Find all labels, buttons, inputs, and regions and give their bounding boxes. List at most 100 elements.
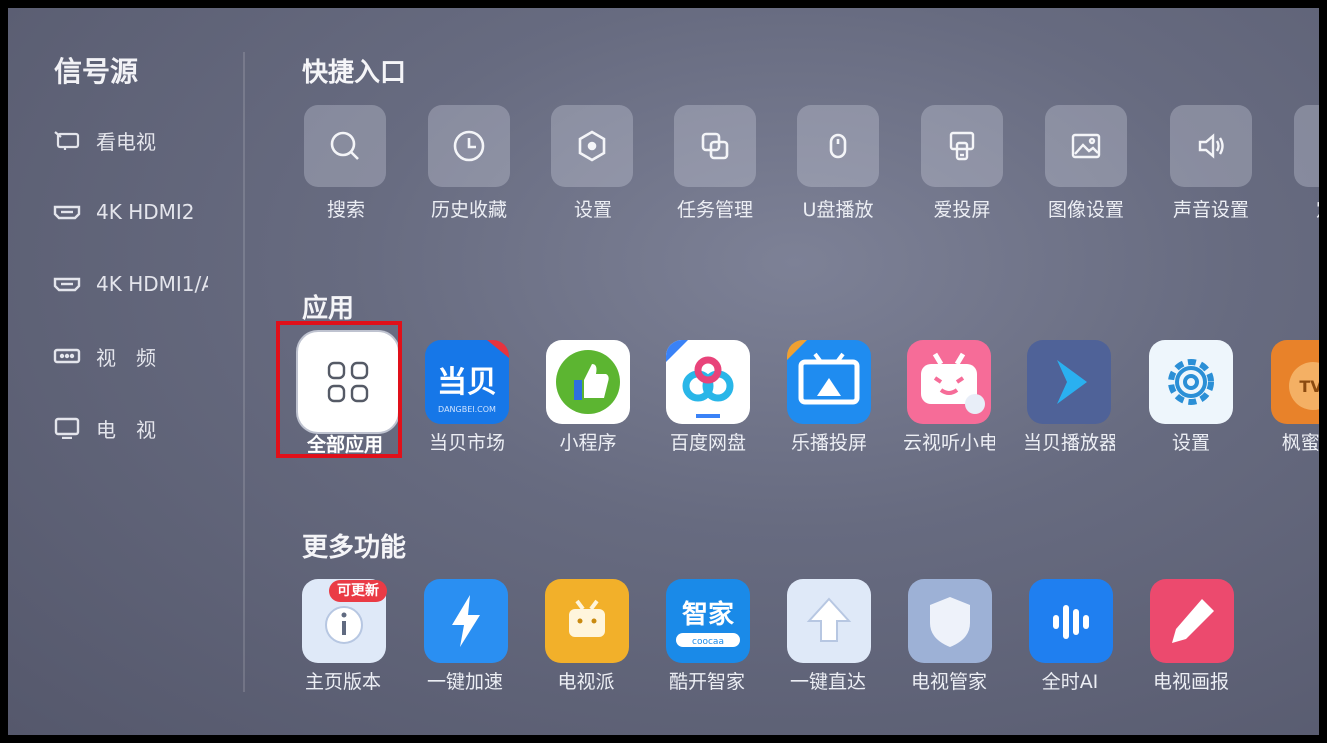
quick-search-button[interactable] [304,105,386,187]
more-label: 主页版本 [304,671,381,693]
sidebar-item-tv[interactable]: 看电视 [52,122,216,158]
quick-sound-settings-button[interactable] [1170,105,1252,187]
app-fengmi[interactable]: TV [1271,340,1319,424]
quick-usb-play-button[interactable] [797,105,879,187]
cast-phone-icon [949,131,975,161]
app-label: 枫蜜TV [1281,432,1319,454]
update-badge: 可更新 [329,580,387,602]
image-icon [1071,133,1101,159]
sidebar-item-label: 电 视 [96,417,156,442]
app-label: 当贝播放器 [1023,432,1115,454]
smart-home-icon-text: 智家 [682,599,734,630]
baidu-netdisk-icon [666,340,750,424]
bilibili-tv-icon [907,340,991,424]
app-yunshiting[interactable] [907,340,991,424]
lightning-icon [424,579,508,663]
sidebar-item-label: 视 频 [96,345,156,370]
usb-mouse-icon [829,133,847,159]
fengmi-icon: TV [1271,340,1319,424]
lebo-cast-icon [787,340,871,424]
sidebar-item-label: 4K HDMI2 [96,200,195,224]
app-label: 小程序 [559,432,617,454]
quick-sound-settings-label: 声音设置 [1172,199,1249,221]
more-all-time-ai[interactable] [1029,579,1113,663]
sidebar-divider [243,52,245,692]
hdmi-port-icon [53,277,81,292]
app-dangbei-player[interactable] [1027,340,1111,424]
more-tv-manager[interactable] [908,579,992,663]
shield-icon [908,579,992,663]
app-mini-program[interactable] [546,340,630,424]
more-one-key-direct[interactable] [787,579,871,663]
speaker-icon [1198,133,1224,159]
more-label: 一键直达 [789,671,866,693]
quick-search-label: 搜索 [326,199,365,221]
sidebar-item-label: 4K HDMI1/A [96,272,208,296]
quick-cast-button[interactable] [921,105,1003,187]
more-coocaa-smart-home[interactable]: 智家 coocaa [666,579,750,663]
pencil-icon [1150,579,1234,663]
app-label: 百度网盘 [669,432,746,454]
quick-history-label: 历史收藏 [430,199,507,221]
hdmi-port-icon [53,205,81,220]
focus-highlight [276,321,402,458]
more-functions-title: 更多功能 [302,533,407,563]
antenna-tv-icon [54,131,80,150]
apps-title: 应用 [302,294,355,324]
smart-home-icon: 智家 coocaa [666,579,750,663]
app-label: 云视听小电视 [903,432,995,454]
app-dangbei-market[interactable]: 当贝 DANGBEI.COM [425,340,509,424]
more-one-key-speedup[interactable] [424,579,508,663]
gear-icon [1149,340,1233,424]
more-label: 全时AI [1041,671,1099,693]
more-tv-pictorial[interactable] [1150,579,1234,663]
av-port-icon [53,348,81,364]
sidebar-item-video[interactable]: 视 频 [52,338,216,374]
dangbei-market-icon: 当贝 DANGBEI.COM [425,340,509,424]
voice-wave-icon [1029,579,1113,663]
quick-entry-title: 快捷入口 [302,58,407,88]
svg-text:TV: TV [1299,377,1319,396]
more-label: 酷开智家 [668,671,745,693]
quick-timer-label: 定时 [1280,195,1319,222]
quick-usb-play-label: U盘播放 [802,199,874,221]
quick-image-settings-button[interactable] [1045,105,1127,187]
more-label: 电视管家 [910,671,987,693]
sidebar-item-label: 看电视 [96,129,156,154]
more-label: 一键加速 [426,671,503,693]
task-windows-icon [701,132,729,160]
tv-home-screen: 信号源 看电视 4K HDMI2 4K HDMI1/A 视 频 电 视 快捷入口… [8,8,1319,735]
smart-home-icon-sub: coocaa [692,637,724,647]
dangbei-icon-sub: DANGBEI.COM [438,405,496,414]
play-arrow-icon [1027,340,1111,424]
quick-cast-label: 爱投屏 [933,199,991,221]
app-label: 当贝市场 [428,432,505,454]
app-settings[interactable] [1149,340,1233,424]
quick-settings-button[interactable] [551,105,633,187]
thumbs-up-icon [546,340,630,424]
search-icon [330,131,359,160]
quick-image-settings-label: 图像设置 [1047,199,1124,221]
app-baidu-netdisk[interactable] [666,340,750,424]
timer-icon [1315,126,1319,166]
sidebar-item-television[interactable]: 电 视 [52,410,216,446]
quick-history-button[interactable] [428,105,510,187]
quick-task-manager-button[interactable] [674,105,756,187]
clock-icon [453,130,485,162]
tv-face-icon [545,579,629,663]
quick-timer-button[interactable] [1294,105,1319,187]
app-label: 乐播投屏 [790,432,867,454]
more-tv-pai[interactable] [545,579,629,663]
app-label: 设置 [1171,432,1210,454]
sidebar-title: 信号源 [54,55,139,88]
hexagon-settings-icon [578,130,606,162]
quick-settings-label: 设置 [573,199,612,221]
more-label: 电视派 [557,671,615,693]
sidebar-item-hdmi1[interactable]: 4K HDMI1/A [52,266,208,302]
dangbei-icon-text: 当贝 [437,365,497,400]
more-label: 电视画报 [1152,671,1229,693]
sidebar-item-hdmi2[interactable]: 4K HDMI2 [52,194,216,230]
arrow-up-icon [787,579,871,663]
monitor-icon [54,417,80,439]
app-lebo-cast[interactable] [787,340,871,424]
